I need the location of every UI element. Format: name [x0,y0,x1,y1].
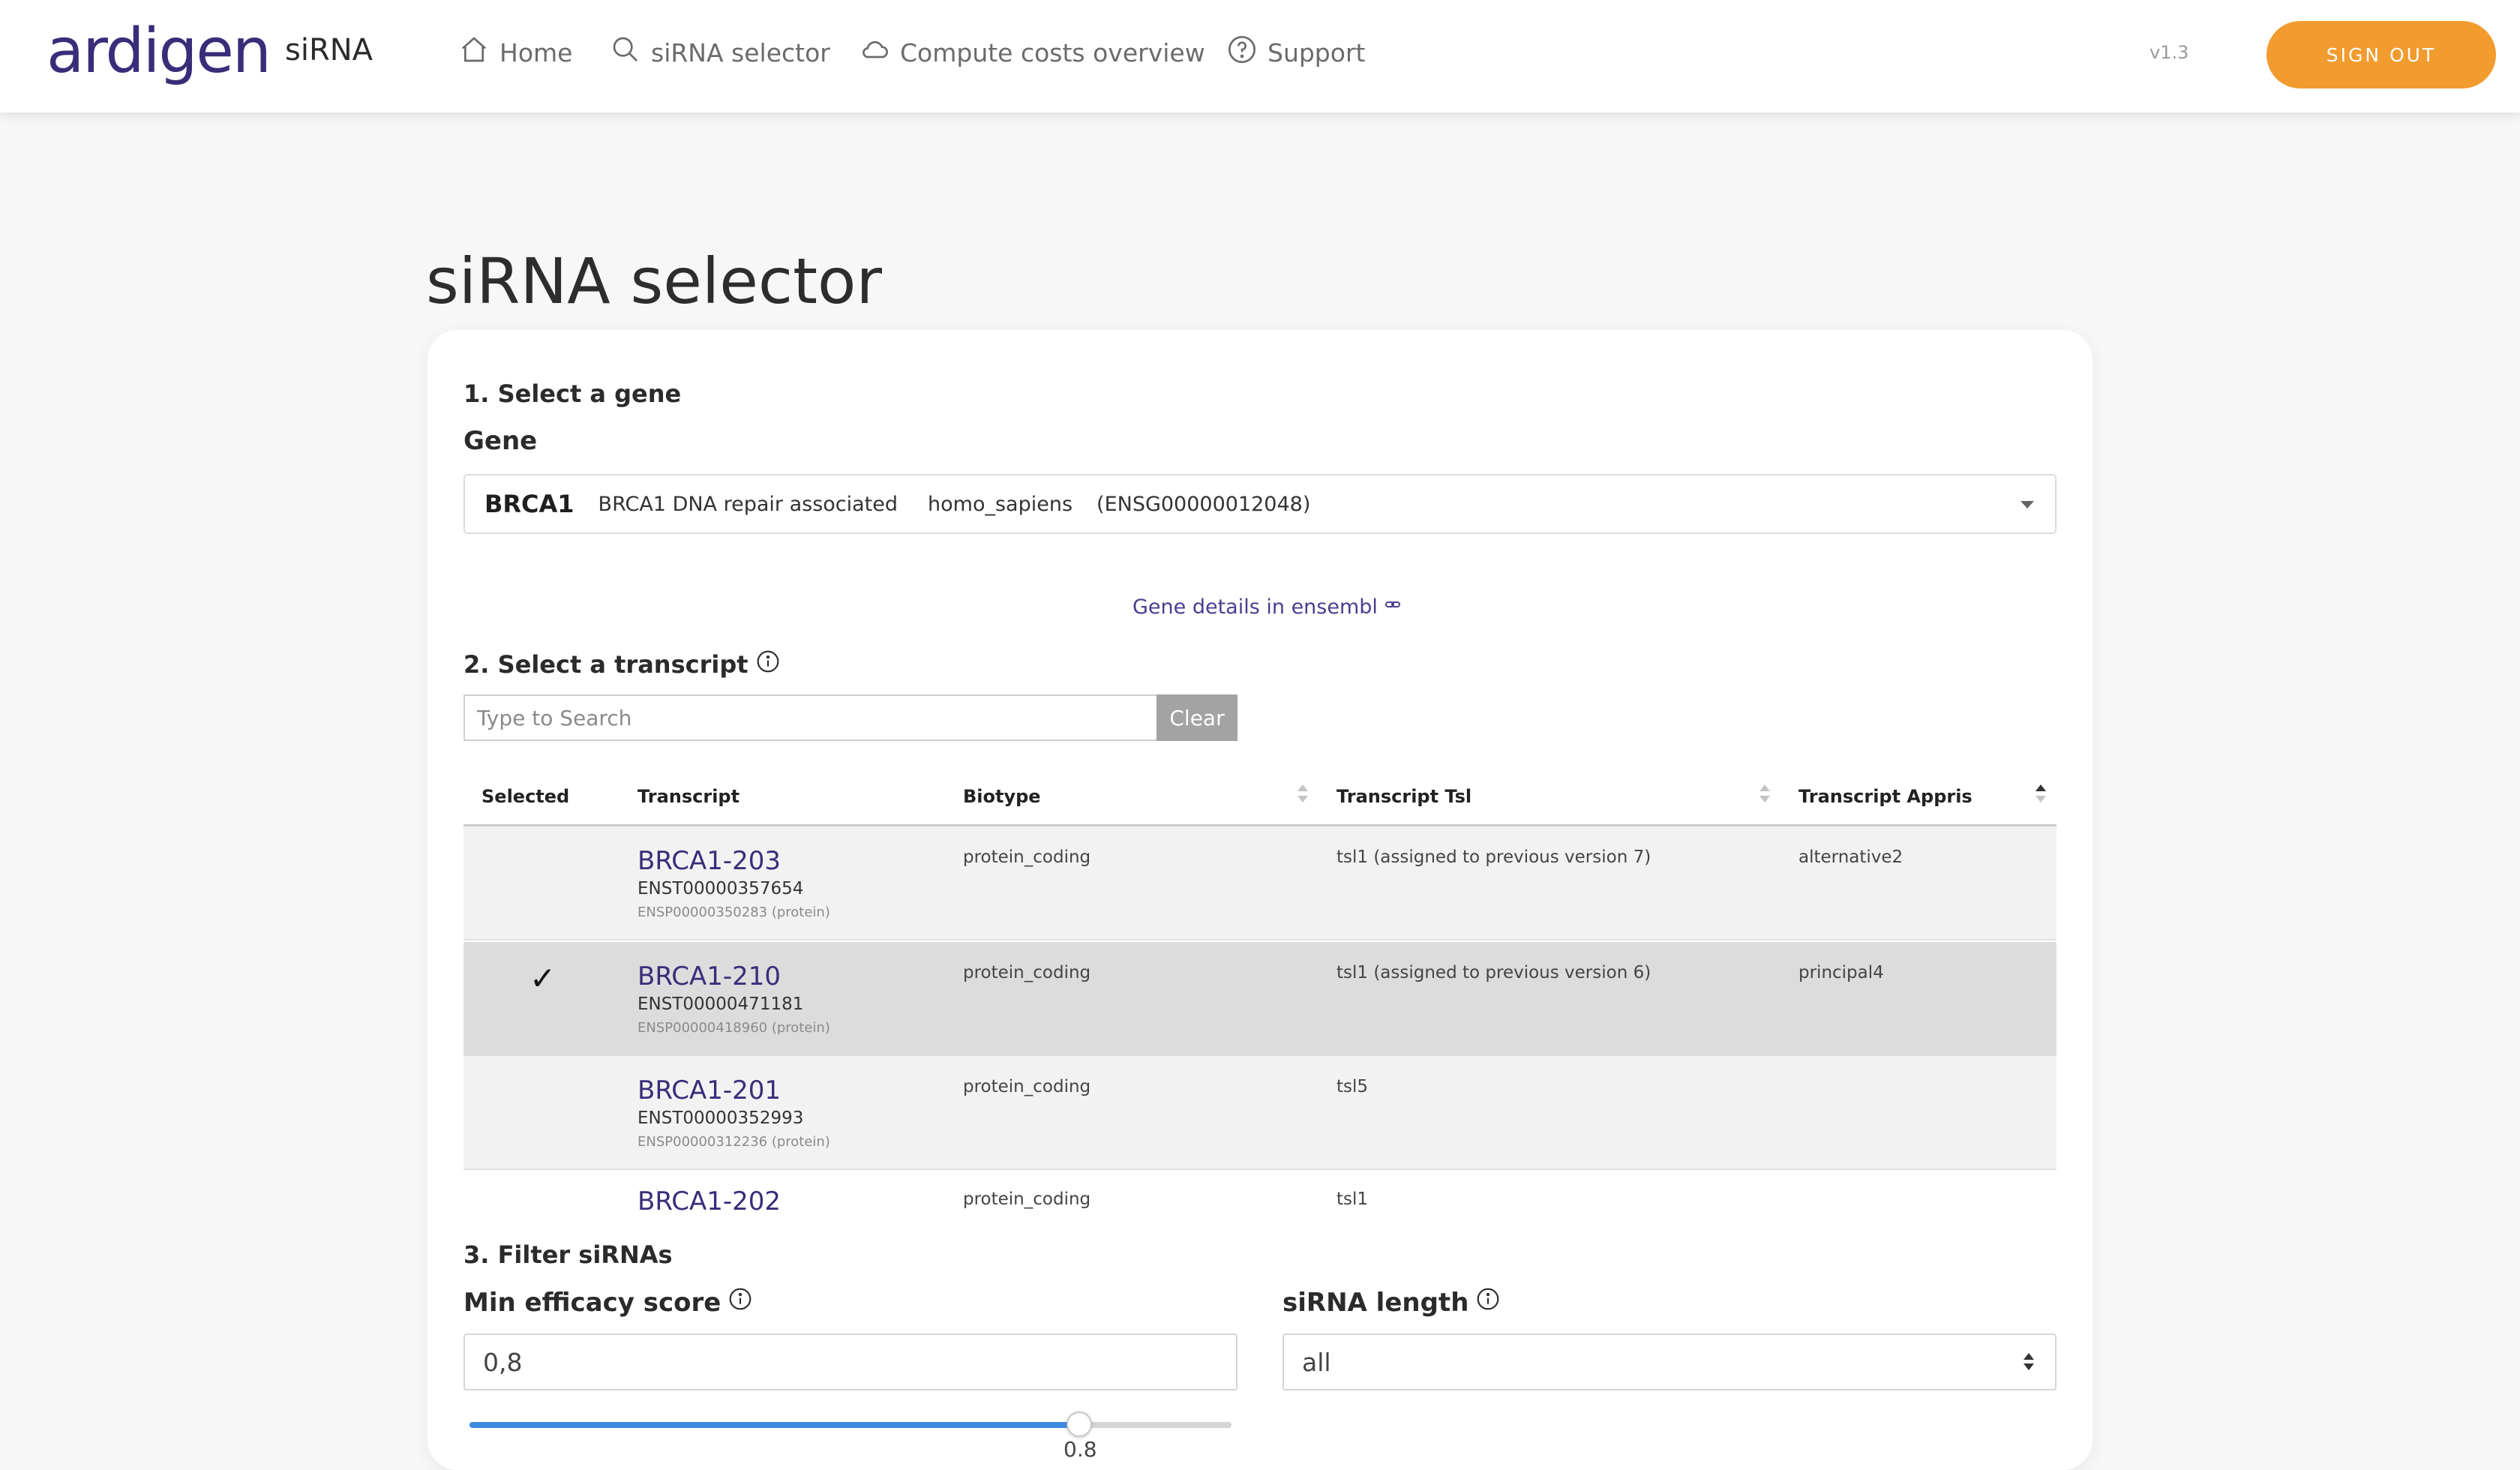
ardigen-logo[interactable]: ardigen [46,21,272,82]
sirna-length-select[interactable]: all [1282,1334,2056,1390]
appris-cell: principal4 [1798,963,1884,982]
top-navbar: ardigen siRNA Home siRNA selector Comput… [0,0,2520,112]
transcript-name[interactable]: BRCA1-210 [638,962,781,992]
transcript-name[interactable]: BRCA1-203 [638,846,781,876]
transcript-ensp-id: ENSP00000350283 (protein) [638,904,830,920]
transcript-name[interactable]: BRCA1-201 [638,1076,781,1106]
cloud-icon [860,34,890,70]
min-score-label: Min efficacy score [464,1287,752,1318]
sirna-length-label-text: siRNA length [1282,1287,1469,1318]
gene-ensembl-id: (ENSG00000012048) [1096,492,1311,516]
version-label: v1.3 [2150,42,2189,63]
sort-icon[interactable] [1298,784,1308,804]
link-icon [1384,596,1402,619]
chevron-down-icon [2020,501,2034,508]
filter-section-heading: 3. Filter siRNAs [464,1240,673,1269]
page-title: siRNA selector [426,244,882,318]
gene-details-link-label: Gene details in ensembl [1132,596,1378,619]
table-row-selected[interactable]: ✓ BRCA1-210 ENST00000471181 ENSP00000418… [464,942,2056,1056]
transcript-section-heading: 2. Select a transcript [464,650,780,680]
transcript-ensp-id: ENSP00000312236 (protein) [638,1134,830,1150]
min-score-slider[interactable] [470,1412,1232,1437]
info-icon[interactable] [756,650,780,680]
nav-support[interactable]: Support [1227,34,1365,70]
transcript-ensp-id: ENSP00000418960 (protein) [638,1020,830,1036]
transcript-enst-id: ENST00000357654 [638,879,804,898]
sort-icon[interactable] [1760,784,1770,804]
transcript-section-heading-text: 2. Select a transcript [464,650,748,679]
select-arrows-icon [2024,1353,2034,1374]
checkmark-icon: ✓ [530,960,556,997]
column-header-appris[interactable]: Transcript Appris [1798,786,1972,807]
appris-cell: alternative2 [1798,848,1904,867]
clear-search-button[interactable]: Clear [1156,694,1238,741]
transcript-enst-id: ENST00000352993 [638,1108,804,1128]
gene-select[interactable]: BRCA1 BRCA1 DNA repair associated homo_s… [464,474,2056,534]
transcript-enst-id: ENST00000471181 [638,994,804,1014]
nav-support-label: Support [1268,38,1366,68]
sort-active-icon[interactable] [2036,784,2046,804]
info-icon[interactable] [1476,1287,1500,1318]
transcript-table-header: Selected Transcript Biotype Transcript T… [464,771,2056,826]
sirna-length-value: all [1302,1347,1331,1377]
table-row-partial[interactable]: BRCA1-202 protein_coding tsl1 [464,1172,2056,1216]
help-circle-icon [1227,34,1257,70]
min-score-label-text: Min efficacy score [464,1287,722,1318]
nav-sirna-selector-label: siRNA selector [651,38,830,68]
tsl-cell: tsl1 [1336,1190,1369,1209]
nav-sirna-selector[interactable]: siRNA selector [610,34,830,70]
tsl-cell: tsl1 (assigned to previous version 6) [1336,963,1652,982]
column-header-tsl[interactable]: Transcript Tsl [1336,786,1472,807]
biotype-cell: protein_coding [963,848,1091,867]
column-header-selected[interactable]: Selected [482,786,569,807]
nav-compute-costs[interactable]: Compute costs overview [860,34,1205,70]
biotype-cell: protein_coding [963,963,1091,982]
gene-symbol: BRCA1 [484,490,574,518]
nav-home-label: Home [500,38,573,68]
gene-details-link[interactable]: Gene details in ensembl [1132,596,1402,619]
slider-value-label: 0.8 [1064,1437,1097,1462]
gene-description: BRCA1 DNA repair associated [598,492,898,516]
biotype-cell: protein_coding [963,1190,1091,1209]
biotype-cell: protein_coding [963,1077,1091,1096]
sign-out-button[interactable]: SIGN OUT [2266,21,2496,88]
table-row[interactable]: BRCA1-203 ENST00000357654 ENSP0000035028… [464,826,2056,940]
column-header-transcript[interactable]: Transcript [638,786,740,807]
transcript-search-input[interactable] [464,694,1156,741]
min-score-input[interactable] [464,1334,1238,1390]
tsl-cell: tsl1 (assigned to previous version 7) [1336,848,1652,867]
column-header-biotype[interactable]: Biotype [963,786,1041,807]
gene-section-heading: 1. Select a gene [464,380,682,408]
search-icon [610,34,640,70]
nav-compute-costs-label: Compute costs overview [900,38,1205,68]
slider-handle[interactable] [1066,1412,1092,1437]
home-icon [459,34,489,70]
slider-fill [470,1422,1079,1428]
gene-species: homo_sapiens [928,492,1073,516]
transcript-name[interactable]: BRCA1-202 [638,1186,781,1216]
info-icon[interactable] [728,1287,752,1318]
gene-label: Gene [464,426,538,456]
table-row[interactable]: BRCA1-201 ENST00000352993 ENSP0000031223… [464,1056,2056,1170]
nav-home[interactable]: Home [459,34,572,70]
sirna-length-label: siRNA length [1282,1287,1500,1318]
tsl-cell: tsl5 [1336,1077,1369,1096]
product-name: siRNA [285,33,374,68]
